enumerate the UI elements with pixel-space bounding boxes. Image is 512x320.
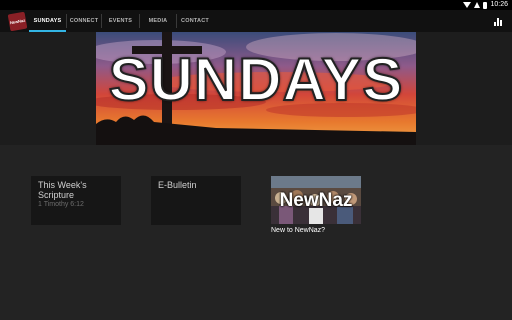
app-bar: NewNaz SUNDAYS CONNECT EVENTS MEDIA CONT… (0, 10, 512, 32)
content-area (0, 145, 512, 320)
signal-icon (474, 2, 481, 8)
bar-chart-icon[interactable] (494, 16, 504, 26)
ebulletin-title: E-Bulletin (158, 180, 197, 190)
scripture-reference: 1 Timothy 6:12 (38, 201, 84, 208)
new-to-newnaz-card[interactable]: NewNaz New to NewNaz? (271, 176, 361, 234)
tab-sundays[interactable]: SUNDAYS (29, 10, 66, 32)
tab-media[interactable]: MEDIA (140, 10, 176, 32)
ebulletin-card[interactable]: E-Bulletin (151, 176, 241, 225)
newnaz-image: NewNaz (271, 176, 361, 224)
wifi-icon (463, 2, 472, 8)
tab-contact[interactable]: CONTACT (177, 10, 213, 32)
hero-title: SUNDAYS (108, 46, 404, 113)
battery-icon (483, 1, 488, 9)
logo-text: NewNaz (9, 17, 26, 26)
scripture-card[interactable]: This Week's Scripture 1 Timothy 6:12 (31, 176, 121, 225)
app-logo[interactable]: NewNaz (7, 11, 28, 32)
tab-connect[interactable]: CONNECT (67, 10, 101, 32)
new-to-newnaz-caption: New to NewNaz? (271, 227, 326, 234)
status-bar: 10:26 (0, 0, 512, 10)
tab-bar: SUNDAYS CONNECT EVENTS MEDIA CONTACT (29, 10, 213, 32)
tab-events[interactable]: EVENTS (102, 10, 139, 32)
hero-banner[interactable]: SUNDAYS (96, 32, 416, 145)
scripture-title: This Week's Scripture (38, 180, 87, 200)
newnaz-image-text: NewNaz (279, 190, 353, 211)
status-time: 10:26 (490, 1, 508, 8)
